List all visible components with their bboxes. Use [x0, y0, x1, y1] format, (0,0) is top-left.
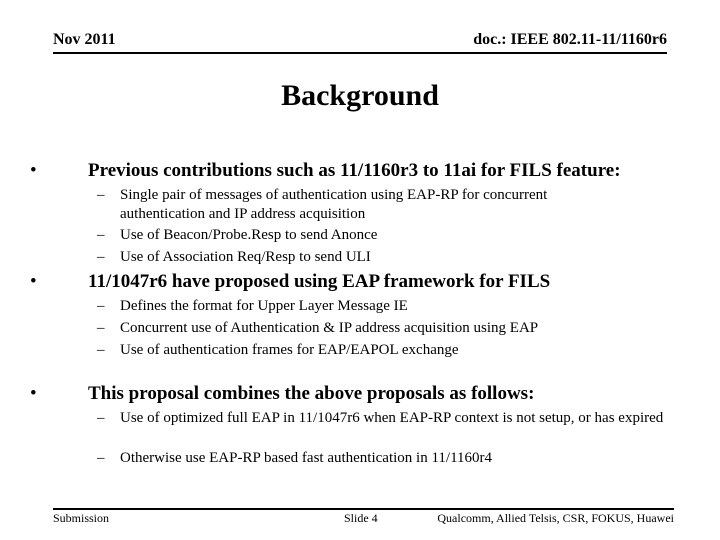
bullet-text: This proposal combines the above proposa…: [88, 383, 535, 404]
header-date: Nov 2011: [53, 31, 116, 48]
dash-icon: –: [97, 298, 105, 314]
sub-item-text: Use of authentication frames for EAP/EAP…: [120, 342, 459, 358]
bullet-text: 11/1047r6 have proposed using EAP framew…: [88, 271, 551, 292]
dash-icon: –: [97, 320, 105, 336]
sub-item-text: Single pair of messages of authenticatio…: [120, 187, 548, 222]
footer-authors: Qualcomm, Allied Telsis, CSR, FOKUS, Hua…: [437, 511, 674, 525]
dash-icon: –: [97, 187, 105, 203]
dash-icon: –: [97, 249, 105, 265]
sub-item-text: Use of optimized full EAP in 11/1047r6 w…: [120, 410, 664, 426]
footer-divider: [53, 508, 674, 510]
sub-item-text: Defines the format for Upper Layer Messa…: [120, 298, 408, 314]
bullet-dot-icon: •: [30, 383, 37, 404]
sub-item-text: Concurrent use of Authentication & IP ad…: [120, 320, 539, 336]
dash-icon: –: [97, 342, 105, 358]
bullet-text: Previous contributions such as 11/1160r3…: [88, 160, 621, 181]
header-divider: [53, 52, 667, 54]
bullet-dot-icon: •: [30, 160, 37, 181]
sub-item-text: Use of Beacon/Probe.Resp to send Anonce: [120, 227, 378, 243]
slide-title: Background: [281, 79, 439, 112]
sub-item-text: Use of Association Req/Resp to send ULI: [120, 249, 371, 265]
header-doc-id: doc.: IEEE 802.11-11/1160r6: [473, 31, 667, 48]
bullet-dot-icon: •: [30, 271, 37, 292]
dash-icon: –: [97, 227, 105, 243]
footer-submission: Submission: [53, 511, 110, 525]
footer-slide-number: Slide 4: [344, 511, 378, 525]
dash-icon: –: [97, 450, 105, 466]
sub-item-text: Otherwise use EAP-RP based fast authenti…: [120, 450, 493, 466]
dash-icon: –: [97, 410, 105, 426]
